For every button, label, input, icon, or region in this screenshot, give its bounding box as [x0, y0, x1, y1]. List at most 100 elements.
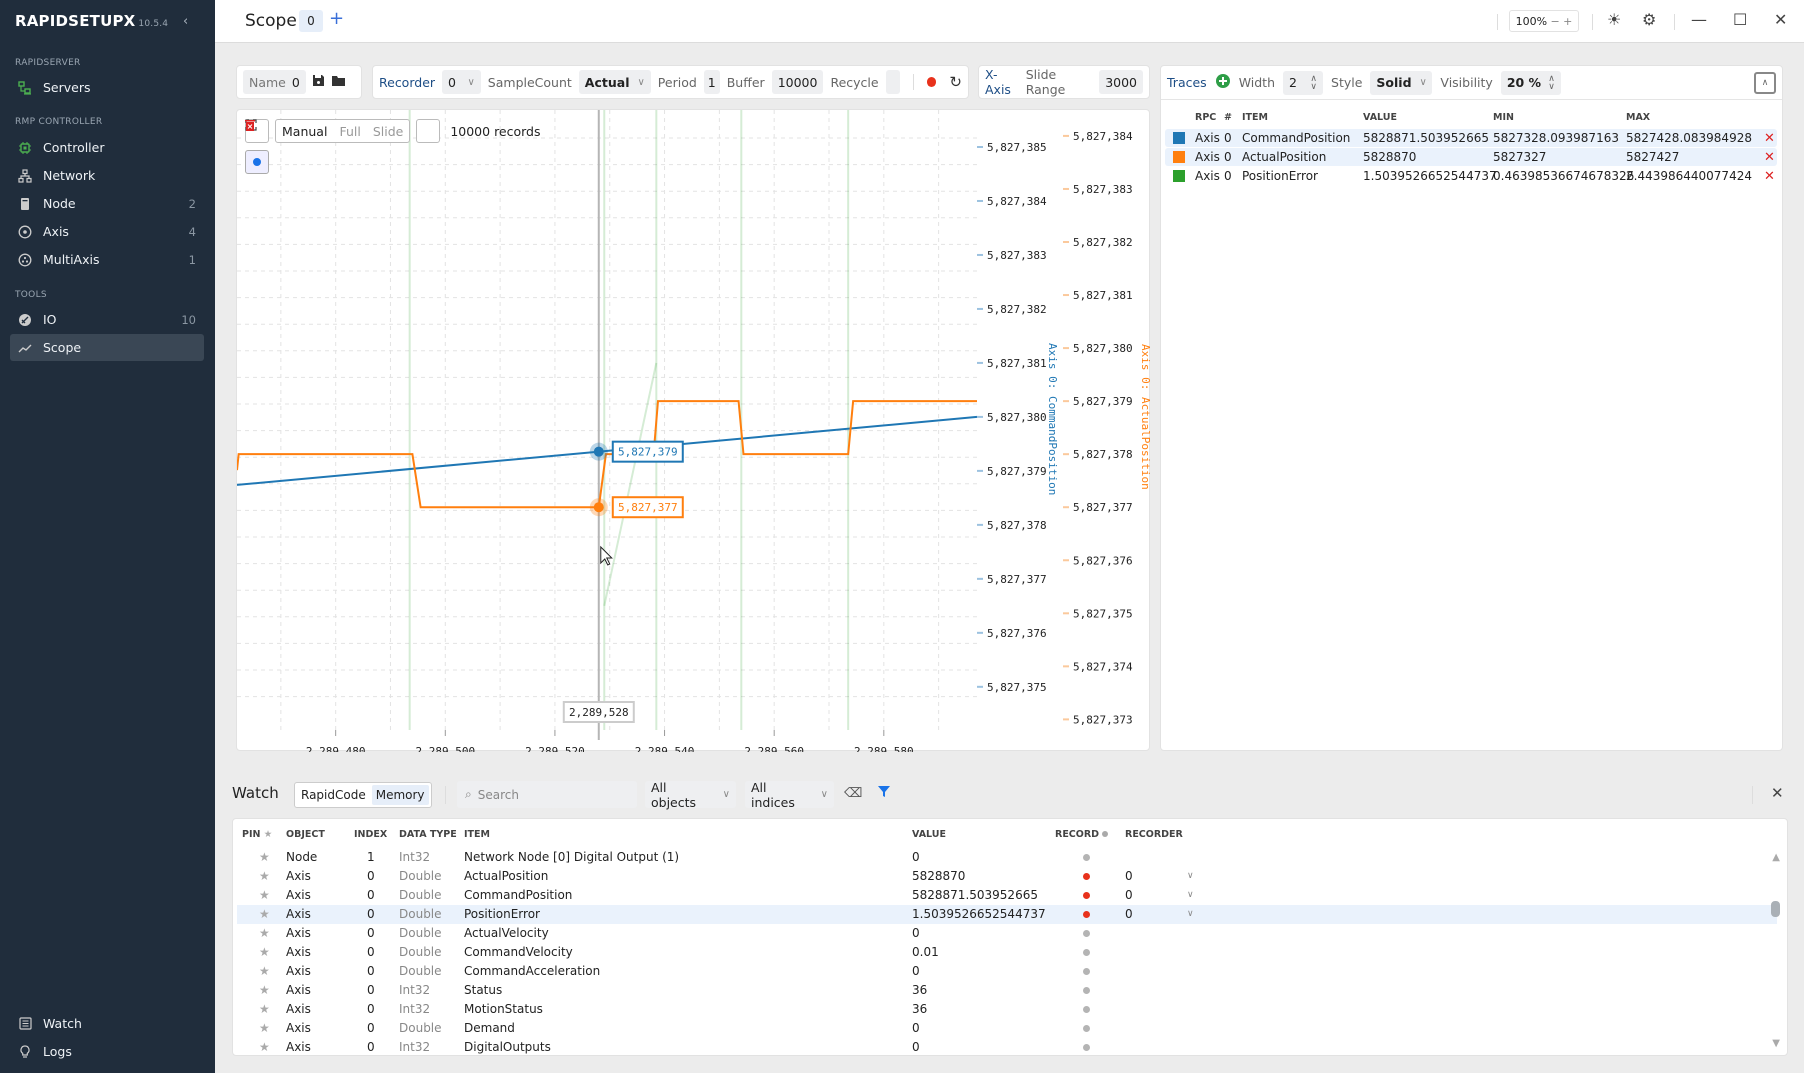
sidebar-item-controller[interactable]: Controller	[10, 134, 204, 161]
watch-row[interactable]: ★ Axis 0 Double CommandAcceleration 0	[237, 962, 1777, 981]
pin-star-icon[interactable]: ★	[259, 926, 270, 940]
record-toggle[interactable]	[1083, 968, 1090, 975]
record-toggle[interactable]	[1083, 987, 1090, 994]
record-toggle[interactable]	[1083, 854, 1090, 861]
record-toggle[interactable]	[1083, 949, 1090, 956]
tab-memory[interactable]: Memory	[371, 785, 429, 805]
add-trace-icon[interactable]	[1215, 73, 1231, 92]
visibility-stepper[interactable]: 20 % ∧ ∨	[1500, 70, 1561, 95]
sidebar-item-network[interactable]: Network	[10, 162, 204, 189]
sidebar-item-scope[interactable]: Scope	[10, 334, 204, 361]
mode-manual[interactable]: Manual	[282, 124, 327, 139]
recycle-checkbox[interactable]	[885, 70, 900, 94]
close-icon[interactable]: ✕	[1774, 10, 1787, 29]
sidebar-item-multiaxis[interactable]: MultiAxis 1	[10, 246, 204, 273]
record-toggle[interactable]	[1083, 873, 1090, 880]
record-toggle[interactable]	[1083, 911, 1090, 918]
zoom-out-button[interactable]: −	[1550, 15, 1559, 28]
record-button[interactable]	[926, 77, 937, 87]
remove-trace-icon[interactable]: ✕	[1764, 150, 1775, 165]
watch-row[interactable]: ★ Axis 0 Int32 Status 36	[237, 981, 1777, 1000]
scope-chart[interactable]: 5,827,379 5,827,377 2,289,480 2,289,500 2,28…	[236, 109, 1151, 752]
objects-filter-select[interactable]: All objects ∨	[645, 780, 736, 810]
cursor-mode-icon[interactable]	[245, 150, 269, 174]
gear-icon[interactable]: ⚙	[1642, 10, 1656, 29]
clear-filter-icon[interactable]: ⌫	[844, 786, 862, 801]
clear-records-button[interactable]	[245, 119, 441, 143]
record-toggle[interactable]	[1083, 1025, 1090, 1032]
buffer-input[interactable]: 10000	[771, 70, 824, 94]
stepper-arrows-icon[interactable]: ∧ ∨	[1310, 74, 1317, 91]
watch-row[interactable]: ★ Axis 0 Double ActualPosition 5828870 0 ∨	[237, 867, 1777, 886]
sidebar-item-servers[interactable]: Servers	[10, 74, 204, 101]
pin-star-icon[interactable]: ★	[259, 850, 270, 864]
record-toggle[interactable]	[1083, 1006, 1090, 1013]
trace-row[interactable]: Axis 0 PositionError 1.5039526652544737 0.46…	[1165, 167, 1777, 185]
watch-row[interactable]: ★ Axis 0 Double CommandPosition 5828871.50395…	[237, 886, 1777, 905]
scrollbar-thumb[interactable]	[1771, 901, 1780, 917]
tab-rapidcode[interactable]: RapidCode	[297, 785, 370, 805]
close-watch-icon[interactable]: ✕	[1771, 784, 1784, 802]
pin-star-icon[interactable]: ★	[259, 907, 270, 921]
name-field[interactable]: Name 0	[243, 70, 306, 94]
watch-row[interactable]: ★ Axis 0 Double Demand 0	[237, 1019, 1777, 1038]
filter-icon[interactable]	[877, 785, 891, 803]
trace-row[interactable]: Axis 0 CommandPosition 5828871.503952665 582…	[1165, 129, 1777, 147]
pin-star-icon[interactable]: ★	[259, 1040, 270, 1054]
watch-row[interactable]: ★ Node 1 Int32 Network Node [0] Digital Outp…	[237, 848, 1777, 867]
chevron-down-icon[interactable]: ∨	[1187, 871, 1194, 881]
trace-color-swatch[interactable]	[1173, 151, 1185, 163]
pin-star-icon[interactable]: ★	[259, 945, 270, 959]
period-input[interactable]: 1	[703, 70, 720, 94]
trace-row[interactable]: Axis 0 ActualPosition 5828870 5827327 5827427…	[1165, 148, 1777, 166]
pin-star-icon[interactable]: ★	[259, 983, 270, 997]
record-toggle[interactable]	[1083, 1044, 1090, 1051]
record-toggle[interactable]	[1083, 892, 1090, 899]
mode-full[interactable]: Full	[339, 124, 360, 139]
watch-search-input[interactable]: ⌕ Search	[457, 781, 637, 808]
save-icon[interactable]	[312, 74, 325, 90]
scroll-down-icon[interactable]: ▼	[1772, 1038, 1780, 1049]
collapse-sidebar-icon[interactable]: ‹	[183, 14, 188, 29]
sidebar-item-logs[interactable]: Logs	[10, 1038, 204, 1065]
open-folder-icon[interactable]	[331, 75, 346, 90]
sidebar-item-node[interactable]: Node 2	[10, 190, 204, 217]
minimize-icon[interactable]: —	[1691, 10, 1707, 29]
remove-trace-icon[interactable]: ✕	[1764, 131, 1775, 146]
refresh-icon[interactable]: ↻	[949, 73, 962, 91]
chevron-down-icon[interactable]: ∨	[1187, 890, 1194, 900]
slide-range-input[interactable]: 3000	[1099, 70, 1143, 94]
pin-star-icon[interactable]: ★	[259, 1021, 270, 1035]
add-scope-button[interactable]: +	[329, 8, 344, 29]
stepper-arrows-icon[interactable]: ∧ ∨	[1548, 74, 1555, 91]
sidebar-item-watch[interactable]: Watch	[10, 1010, 204, 1037]
mode-slide[interactable]: Slide	[373, 124, 404, 139]
indices-filter-select[interactable]: All indices ∨	[745, 780, 834, 810]
watch-recorder[interactable]: 0	[1125, 869, 1133, 883]
recorder-select[interactable]: 0 ∨	[442, 70, 481, 94]
width-stepper[interactable]: 2 ∧ ∨	[1283, 70, 1324, 95]
scope-count-badge[interactable]: 0	[299, 10, 323, 32]
watch-row[interactable]: ★ Axis 0 Double ActualVelocity 0	[237, 924, 1777, 943]
record-toggle[interactable]	[1083, 930, 1090, 937]
watch-recorder[interactable]: 0	[1125, 888, 1133, 902]
chart-canvas[interactable]: 5,827,379 5,827,377 2,289,480 2,289,500 2,28…	[237, 110, 1151, 752]
watch-row[interactable]: ★ Axis 0 Int32 MotionStatus 36	[237, 1000, 1777, 1019]
zoom-in-button[interactable]: +	[1563, 15, 1572, 28]
trace-color-swatch[interactable]	[1173, 170, 1185, 182]
pin-star-icon[interactable]: ★	[259, 1002, 270, 1016]
watch-row[interactable]: ★ Axis 0 Int32 DigitalOutputs 0	[237, 1038, 1777, 1057]
watch-row[interactable]: ★ Axis 0 Double PositionError 1.5039526652544…	[237, 905, 1777, 924]
maximize-icon[interactable]: ☐	[1733, 10, 1747, 29]
style-select[interactable]: Solid ∨	[1370, 70, 1433, 95]
trace-color-swatch[interactable]	[1173, 132, 1185, 144]
pin-star-icon[interactable]: ★	[259, 869, 270, 883]
pin-star-icon[interactable]: ★	[259, 888, 270, 902]
remove-trace-icon[interactable]: ✕	[1764, 169, 1775, 184]
collapse-traces-icon[interactable]: ∧	[1754, 71, 1776, 94]
chevron-down-icon[interactable]: ∨	[1187, 909, 1194, 919]
samplecount-select[interactable]: Actual ∨	[578, 70, 651, 94]
theme-toggle-icon[interactable]: ☀	[1607, 10, 1621, 29]
pin-star-icon[interactable]: ★	[259, 964, 270, 978]
sidebar-item-axis[interactable]: Axis 4	[10, 218, 204, 245]
